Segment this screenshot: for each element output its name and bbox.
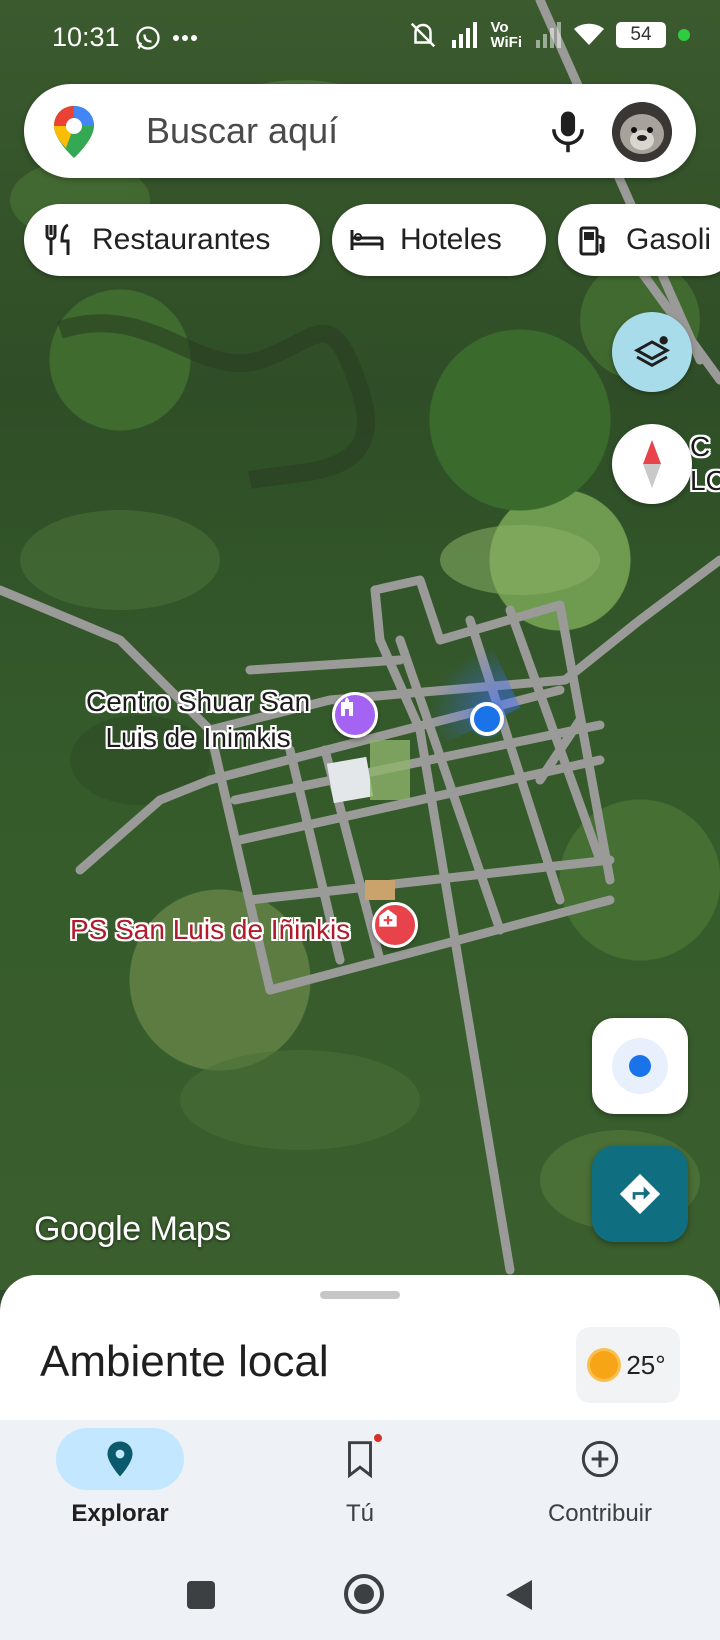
my-location-icon — [612, 1038, 668, 1094]
chip-restaurantes[interactable]: Restaurantes — [24, 204, 320, 276]
sheet-drag-handle[interactable] — [320, 1291, 400, 1299]
notification-badge — [372, 1432, 384, 1444]
status-time: 10:31 — [52, 22, 120, 52]
microphone-icon[interactable] — [546, 108, 590, 154]
whatsapp-icon — [136, 26, 160, 50]
battery-indicator: 54 — [616, 22, 666, 48]
back-triangle-icon — [506, 1580, 532, 1610]
chip-hoteles[interactable]: Hoteles — [332, 204, 546, 276]
temperature-text: 25° — [626, 1349, 666, 1380]
nav-label: Contribuir — [547, 1500, 653, 1527]
wifi-icon — [574, 23, 604, 45]
bed-icon — [350, 223, 384, 257]
nav-explorar[interactable]: Explorar — [0, 1420, 240, 1550]
gas-station-icon — [576, 223, 610, 257]
explore-pin-icon — [107, 1441, 133, 1477]
cultural-center-pin[interactable] — [332, 692, 378, 738]
avatar-image — [612, 102, 672, 162]
home-button[interactable] — [336, 1566, 392, 1622]
add-circle-icon — [581, 1440, 619, 1478]
search-input[interactable] — [146, 108, 506, 154]
weak-signal-icon — [536, 22, 561, 48]
status-bar: 10:31 Vo WiFi 54 — [0, 0, 720, 80]
directions-icon — [619, 1173, 661, 1215]
nav-label: Explorar — [71, 1500, 169, 1527]
bottom-navigation: Explorar Tú Contribuir — [0, 1420, 720, 1550]
sheet-title: Ambiente local — [40, 1337, 329, 1386]
vowifi-icon: Vo WiFi — [490, 19, 522, 51]
layers-button[interactable] — [612, 312, 692, 392]
cultural-center-icon — [341, 697, 353, 716]
google-maps-watermark: Google Maps — [34, 1210, 231, 1249]
chip-label: Restaurantes — [92, 223, 271, 256]
recents-button[interactable] — [176, 1570, 226, 1620]
place-label-centro-shuar[interactable]: Centro Shuar San Luis de Inimkis — [86, 684, 310, 756]
back-button[interactable] — [494, 1570, 544, 1620]
search-bar[interactable] — [24, 84, 696, 178]
chip-label: Hoteles — [400, 223, 502, 256]
fork-knife-icon — [42, 223, 76, 257]
directions-button[interactable] — [592, 1146, 688, 1242]
nav-icon-holder — [536, 1428, 664, 1490]
place-label-ps-san-luis[interactable]: PS San Luis de Iñinkis — [70, 912, 350, 948]
nav-label: Tú — [345, 1500, 374, 1527]
compass-icon — [643, 440, 661, 488]
system-navigation-bar — [0, 1550, 720, 1640]
my-location-button[interactable] — [592, 1018, 688, 1114]
more-dots-icon — [173, 35, 197, 41]
recents-square-icon — [187, 1581, 215, 1609]
nav-contribuir[interactable]: Contribuir — [480, 1420, 720, 1550]
hospital-pin[interactable] — [372, 902, 418, 948]
chip-label: Gasoli — [626, 223, 712, 256]
status-left-icons — [134, 24, 198, 52]
watermark-google-text: Google — [34, 1210, 141, 1248]
home-circle-icon — [344, 1574, 384, 1614]
compass-button[interactable] — [612, 424, 692, 504]
watermark-maps-text: Maps — [149, 1210, 232, 1248]
account-avatar[interactable] — [612, 102, 672, 162]
bottom-sheet[interactable]: Ambiente local 25° — [0, 1275, 720, 1420]
privacy-indicator-dot — [678, 29, 690, 41]
bookmark-icon — [348, 1441, 372, 1478]
google-maps-logo-icon — [54, 106, 94, 158]
current-location-dot — [470, 702, 504, 736]
edge-place-label[interactable]: C LOS — [690, 430, 720, 498]
nav-tu[interactable]: Tú — [240, 1420, 480, 1550]
nav-active-indicator — [56, 1428, 184, 1490]
chip-gasolineras[interactable]: Gasoli — [558, 204, 720, 276]
signal-icon — [452, 22, 478, 48]
nav-icon-holder — [296, 1428, 424, 1490]
hospital-icon — [379, 909, 397, 927]
weather-chip[interactable]: 25° — [576, 1327, 680, 1403]
status-right-icons: Vo WiFi 54 — [408, 20, 690, 50]
mute-vibrate-icon — [411, 22, 436, 48]
sun-icon — [590, 1351, 619, 1379]
layers-icon — [633, 336, 671, 368]
